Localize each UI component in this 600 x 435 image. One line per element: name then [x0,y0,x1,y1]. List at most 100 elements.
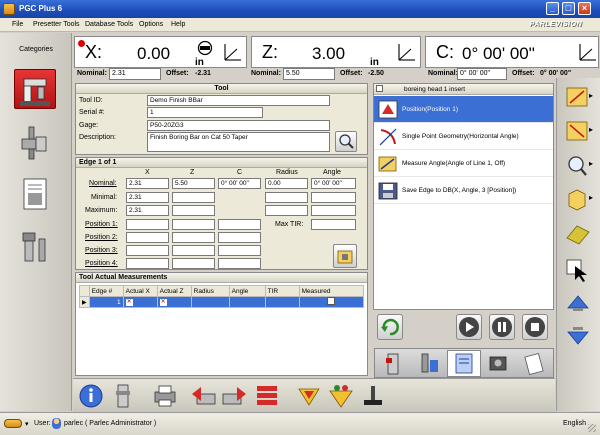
nominal-x[interactable]: 2.31 [126,178,169,189]
send-right-button[interactable] [221,382,249,410]
position-3-x[interactable] [126,245,169,256]
menu-file[interactable]: File [12,21,23,28]
x-nominal-field[interactable]: 2.31 [109,68,161,80]
tab-tool-setup[interactable] [377,350,411,377]
minimize-button[interactable]: _ [546,2,559,15]
position-4-link[interactable]: Position 4: [85,260,118,267]
sequence-item-measure-angle[interactable]: Measure Angle(Angle of Line 1, Off) [374,150,553,177]
maximize-button[interactable]: □ [562,2,575,15]
col-tir[interactable]: TIR [264,285,300,297]
stamp-button[interactable] [359,382,387,410]
position-3-z[interactable] [172,245,215,256]
position-1-z[interactable] [172,219,215,230]
print-button[interactable] [151,382,179,410]
position-4-z[interactable] [172,258,215,269]
position-2-link[interactable]: Position 2: [85,234,118,241]
menu-database-tools[interactable]: Database Tools [85,21,133,28]
category-tool-holder[interactable] [14,123,56,163]
list-button[interactable] [253,382,281,410]
table-row[interactable]: ▶ 1 ✕ ✕ [79,296,365,308]
tab-camera[interactable] [482,350,516,377]
tool-id-field[interactable]: Demo Finish BBar [147,95,330,106]
tool-holder-icon [21,126,47,160]
key-icon[interactable] [4,419,22,428]
magnifier-icon [339,134,354,149]
edge-tool-button[interactable] [333,244,357,268]
sequence-item-position[interactable]: Position(Position 1) [374,96,553,123]
c-nominal-field[interactable]: 0° 00' 00" [457,68,507,80]
position-3-c[interactable] [218,245,261,256]
minimal-radius[interactable] [265,192,308,203]
add-angle-button[interactable]: ▸ [561,84,595,114]
nominal-c[interactable]: 0° 00' 00" [218,178,261,189]
dropdown-arrow-icon[interactable]: ▾ [25,420,29,428]
maximum-z[interactable] [172,205,215,216]
info-button[interactable] [78,382,106,410]
resize-grip-icon[interactable] [588,424,596,432]
category-tool-assembly[interactable] [14,227,56,267]
maximum-x[interactable]: 2.31 [126,205,169,216]
sequence-item-geometry[interactable]: Single Point Geometry(Horizontal Angle) [374,123,553,150]
position-1-x[interactable] [126,219,169,230]
menu-options[interactable]: Options [139,21,163,28]
max-tir-field[interactable] [311,219,356,230]
position-4-c[interactable] [218,258,261,269]
menu-presetter-tools[interactable]: Presetter Tools [33,21,80,28]
triangle-button[interactable] [295,382,323,410]
search-button[interactable] [335,131,357,152]
maximum-radius[interactable] [265,205,308,216]
position-2-x[interactable] [126,232,169,243]
move-up-button[interactable] [561,288,595,318]
play-button[interactable] [456,314,482,340]
nominal-angle[interactable]: 0° 00' 00" [311,178,356,189]
stop-button[interactable] [522,314,548,340]
tab-program[interactable] [447,350,481,377]
tab-report[interactable] [517,350,551,377]
z-nominal-field[interactable]: 5.50 [283,68,335,80]
col-angle[interactable]: Angle [228,285,266,297]
cursor-mode-button[interactable] [561,254,595,284]
axis-angle-icon[interactable] [576,41,598,63]
minimal-x[interactable]: 2.31 [126,192,169,203]
position-2-z[interactable] [172,232,215,243]
projection-button[interactable] [561,220,595,250]
zoom-button[interactable]: ▸ [561,152,595,182]
tab-edges[interactable] [412,350,446,377]
col-radius[interactable]: Radius [190,285,230,297]
category-documents[interactable] [14,175,56,215]
serial-field[interactable]: 1 [147,107,263,118]
position-3-link[interactable]: Position 3: [85,247,118,254]
nominal-z[interactable]: 5.50 [172,178,215,189]
sequence-item-save-edge[interactable]: Save Edge to DB(X, Angle, 3 [Position]) [374,177,553,204]
gage-field[interactable]: P50-20ZG3 [147,120,330,131]
nominal-link[interactable]: Nominal: [89,180,117,187]
tool-list-button[interactable] [109,382,137,410]
menu-help[interactable]: Help [171,21,185,28]
position-2-c[interactable] [218,232,261,243]
col-edge[interactable]: Edge # [88,285,124,297]
col-actual-x[interactable]: Actual X [122,285,158,297]
cube-view-button[interactable]: ▸ [561,186,595,216]
position-4-x[interactable] [126,258,169,269]
description-field[interactable]: Finish Boring Bar on Cat 50 Taper [147,132,330,152]
axis-angle-icon[interactable] [221,41,243,63]
sequence-checkbox[interactable] [376,85,383,92]
measured-checkbox[interactable] [327,297,336,305]
send-left-button[interactable] [189,382,217,410]
col-actual-z[interactable]: Actual Z [156,285,192,297]
language[interactable]: English [563,420,586,427]
minimal-angle[interactable] [311,192,356,203]
col-measured[interactable]: Measured [298,285,365,297]
position-1-link[interactable]: Position 1: [85,221,118,228]
nominal-radius[interactable]: 0.00 [265,178,308,189]
refresh-button[interactable] [377,314,403,340]
close-button[interactable]: × [578,2,591,15]
move-down-button[interactable] [561,322,595,352]
position-1-c[interactable] [218,219,261,230]
minimal-z[interactable] [172,192,215,203]
maximum-angle[interactable] [311,205,356,216]
tools-palette-button[interactable] [327,382,355,410]
axis-angle-icon[interactable] [395,41,417,63]
angle-tool-button[interactable]: ▸ [561,118,595,148]
pause-button[interactable] [489,314,515,340]
